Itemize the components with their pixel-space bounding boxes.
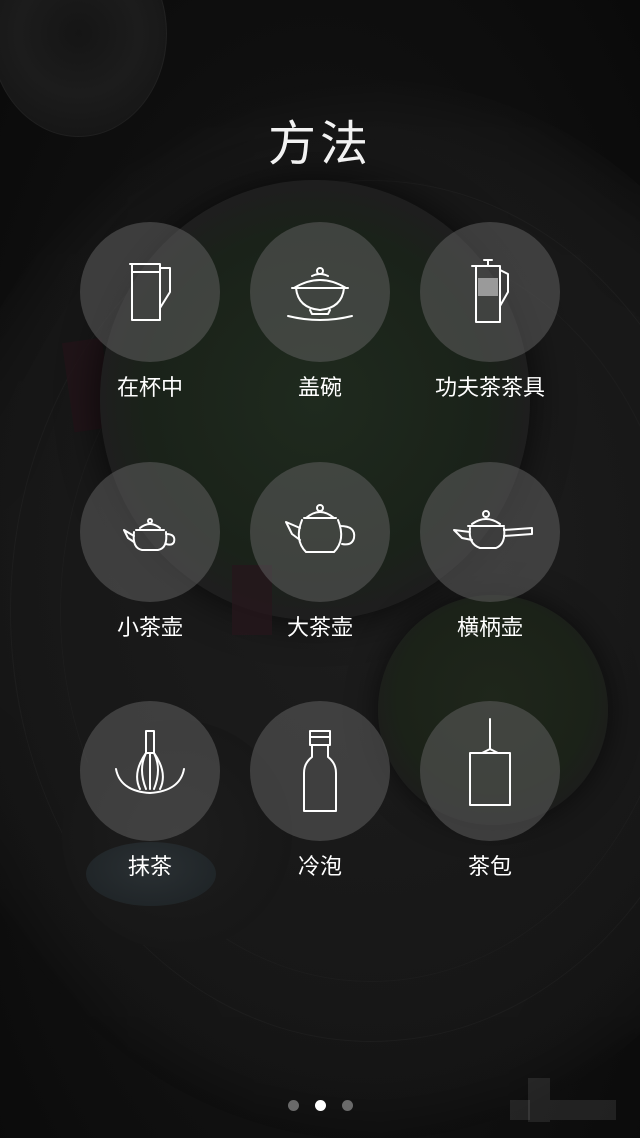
large-teapot-icon bbox=[285, 504, 356, 553]
page-title: 方法 bbox=[267, 116, 372, 172]
method-button[interactable] bbox=[80, 462, 220, 602]
screen: 方法 在杯中 盖碗 功夫茶茶具 小茶壶 大茶壶 横柄壶 抹茶 冷泡 茶包 bbox=[0, 0, 640, 1138]
method-button[interactable] bbox=[250, 222, 390, 362]
method-label: 小茶壶 bbox=[116, 616, 183, 641]
page-dot[interactable] bbox=[341, 1100, 353, 1111]
method-label: 抹茶 bbox=[127, 855, 172, 880]
method-button[interactable] bbox=[420, 222, 560, 362]
method-item-small-teapot[interactable]: 小茶壶 bbox=[65, 462, 235, 662]
method-label: 盖碗 bbox=[297, 376, 342, 401]
method-button[interactable] bbox=[80, 222, 220, 362]
matcha-whisk-icon bbox=[115, 730, 185, 794]
method-item-side-handle[interactable]: 横柄壶 bbox=[405, 462, 575, 662]
method-button[interactable] bbox=[420, 462, 560, 602]
glass-cup-icon bbox=[129, 263, 171, 321]
method-item-large-teapot[interactable]: 大茶壶 bbox=[235, 462, 405, 662]
gaiwan-icon bbox=[287, 267, 353, 321]
method-item-cold-brew[interactable]: 冷泡 bbox=[235, 701, 405, 901]
method-item-gaiwan[interactable]: 盖碗 bbox=[235, 222, 405, 422]
page-dot-active[interactable] bbox=[314, 1100, 326, 1111]
method-label: 功夫茶茶具 bbox=[434, 376, 545, 401]
method-button[interactable] bbox=[80, 701, 220, 841]
method-item-gongfu[interactable]: 功夫茶茶具 bbox=[405, 222, 575, 422]
method-label: 茶包 bbox=[467, 855, 512, 880]
watermark bbox=[510, 1078, 620, 1122]
method-label: 大茶壶 bbox=[286, 616, 353, 641]
method-item-tea-bag[interactable]: 茶包 bbox=[405, 701, 575, 901]
gongfu-pitcher-icon bbox=[471, 259, 509, 323]
method-label: 横柄壶 bbox=[456, 616, 523, 641]
method-label: 在杯中 bbox=[116, 376, 183, 401]
method-button[interactable] bbox=[420, 701, 560, 841]
method-button[interactable] bbox=[250, 701, 390, 841]
tea-bag-icon bbox=[469, 718, 511, 806]
method-button[interactable] bbox=[250, 462, 390, 602]
cold-brew-bottle-icon bbox=[303, 730, 337, 812]
method-item-matcha[interactable]: 抹茶 bbox=[65, 701, 235, 901]
small-teapot-icon bbox=[123, 518, 176, 551]
page-dot[interactable] bbox=[287, 1100, 299, 1111]
method-item-in-cup[interactable]: 在杯中 bbox=[65, 222, 235, 422]
side-handle-teapot-icon bbox=[453, 510, 533, 549]
method-label: 冷泡 bbox=[297, 855, 342, 880]
